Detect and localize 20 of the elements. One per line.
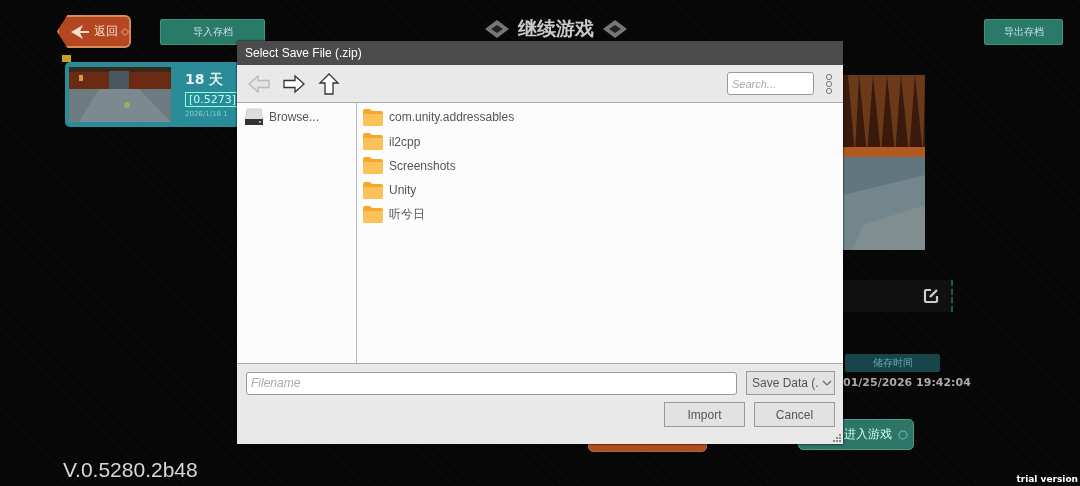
days-label: 18 天 [185, 71, 225, 89]
search-field[interactable]: Search... [727, 72, 814, 95]
export-save-button[interactable]: 导出存档 [984, 19, 1063, 45]
import-save-button[interactable]: 导入存档 [160, 19, 265, 45]
file-type-dropdown[interactable]: Save Data (. [746, 371, 835, 395]
filename-field[interactable]: Filename [246, 371, 737, 395]
screen-title: 继续游戏 [518, 16, 594, 41]
save-time-label: 储存时间 [845, 354, 940, 372]
cancel-button[interactable]: Cancel [754, 402, 835, 427]
version-label: V.0.5280.2b48 [63, 458, 199, 482]
folder-item[interactable]: 听兮日 [357, 202, 843, 227]
folder-item[interactable]: Screenshots [357, 153, 843, 179]
folder-item[interactable]: Unity [357, 178, 843, 203]
save-time: 01/25/2026 19:42:04 [843, 376, 972, 389]
trial-version-label: trial version [1016, 474, 1078, 484]
import-button[interactable]: Import [664, 402, 745, 427]
folder-item[interactable]: com.unity.addressables [357, 105, 843, 130]
dialog-title: Select Save File (.zip) [237, 41, 843, 65]
folder-item[interactable]: il2cpp [357, 129, 843, 154]
back-button[interactable]: 返回 [57, 15, 131, 48]
